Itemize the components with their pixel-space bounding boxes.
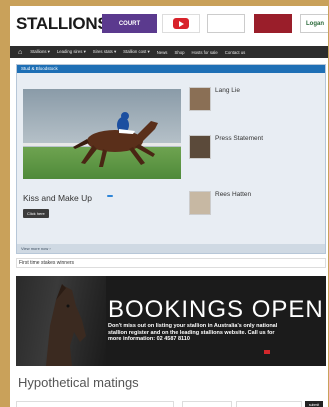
- stallion-name[interactable]: Rees Hatten: [215, 191, 251, 198]
- featured-bar-title: Stud & Bloodstock: [21, 66, 58, 71]
- stallion-thumbnail: [189, 87, 211, 111]
- matings-title: Hypothetical matings: [18, 375, 139, 390]
- nav-item-stallions[interactable]: Stallions ▾: [30, 49, 50, 55]
- bookings-banner[interactable]: BOOKINGS OPEN Don't miss out on listing …: [16, 276, 326, 366]
- stallion-thumbnail: [189, 135, 211, 159]
- nav-item-hosts-for-sale[interactable]: Hosts for sale: [192, 50, 218, 55]
- featured-click-button[interactable]: Click here: [23, 209, 49, 218]
- featured-panel: Stud & Bloodstock Kiss and Make Up Click…: [16, 64, 326, 254]
- stakes-label: First time stakes winners: [19, 260, 75, 266]
- dam-input[interactable]: [182, 401, 232, 407]
- home-icon[interactable]: ⌂: [18, 49, 22, 56]
- site-header: STALLIONS COURT Logan: [10, 6, 328, 38]
- stallion-card[interactable]: Press Statement: [189, 135, 321, 175]
- stallion-card[interactable]: Lang Lie: [189, 87, 321, 127]
- nav-item-news[interactable]: News: [157, 50, 168, 55]
- ad-banner-blank[interactable]: [207, 14, 245, 33]
- stallion-name[interactable]: Lang Lie: [215, 87, 240, 94]
- page: STALLIONS COURT Logan ⌂ Stallions ▾ Lead…: [10, 6, 328, 407]
- view-more-link[interactable]: View more now ›: [21, 246, 51, 251]
- featured-title[interactable]: Kiss and Make Up: [23, 193, 92, 203]
- featured-image[interactable]: [23, 89, 181, 179]
- stakes-ticker-bar: First time stakes winners: [16, 258, 326, 268]
- nav-item-shop[interactable]: Shop: [174, 50, 184, 55]
- site-logo[interactable]: STALLIONS: [16, 14, 109, 34]
- nav-item-sires-stats[interactable]: Sires stats ▾: [93, 49, 116, 55]
- dam-sire-input[interactable]: [236, 401, 302, 407]
- main-nav: ⌂ Stallions ▾ Leading sires ▾ Sires stat…: [10, 46, 328, 58]
- stallion-card[interactable]: Rees Hatten: [189, 191, 321, 231]
- nav-item-stallion-cost[interactable]: Stallion cost ▾: [123, 49, 150, 55]
- featured-footer: View more now ›: [17, 244, 325, 253]
- play-icon: [173, 18, 189, 29]
- submit-button[interactable]: submit: [305, 401, 323, 407]
- featured-badge: [107, 195, 113, 197]
- ad-banner-red[interactable]: [254, 14, 292, 33]
- nav-item-contact[interactable]: Contact us: [225, 50, 246, 55]
- sire-select[interactable]: [16, 401, 174, 407]
- ad-court-label: COURT: [118, 20, 141, 27]
- ad-banner-logan[interactable]: Logan: [300, 14, 328, 33]
- banner-title: BOOKINGS OPEN: [108, 296, 324, 323]
- ad-banner-court[interactable]: COURT: [102, 14, 157, 33]
- horse-head-illustration: [46, 284, 86, 366]
- racehorse-illustration: [73, 112, 158, 167]
- ad-banner-video[interactable]: [162, 14, 200, 33]
- featured-bar: Stud & Bloodstock: [17, 65, 325, 73]
- ad-logan-label: Logan: [306, 20, 324, 27]
- banner-button[interactable]: [264, 350, 270, 354]
- stallion-name[interactable]: Press Statement: [215, 135, 263, 142]
- stallion-thumbnail: [189, 191, 211, 215]
- nav-item-leading-sires[interactable]: Leading sires ▾: [57, 49, 86, 55]
- banner-horse-image: [16, 276, 106, 366]
- banner-text: Don't miss out on listing your stallion …: [108, 323, 278, 342]
